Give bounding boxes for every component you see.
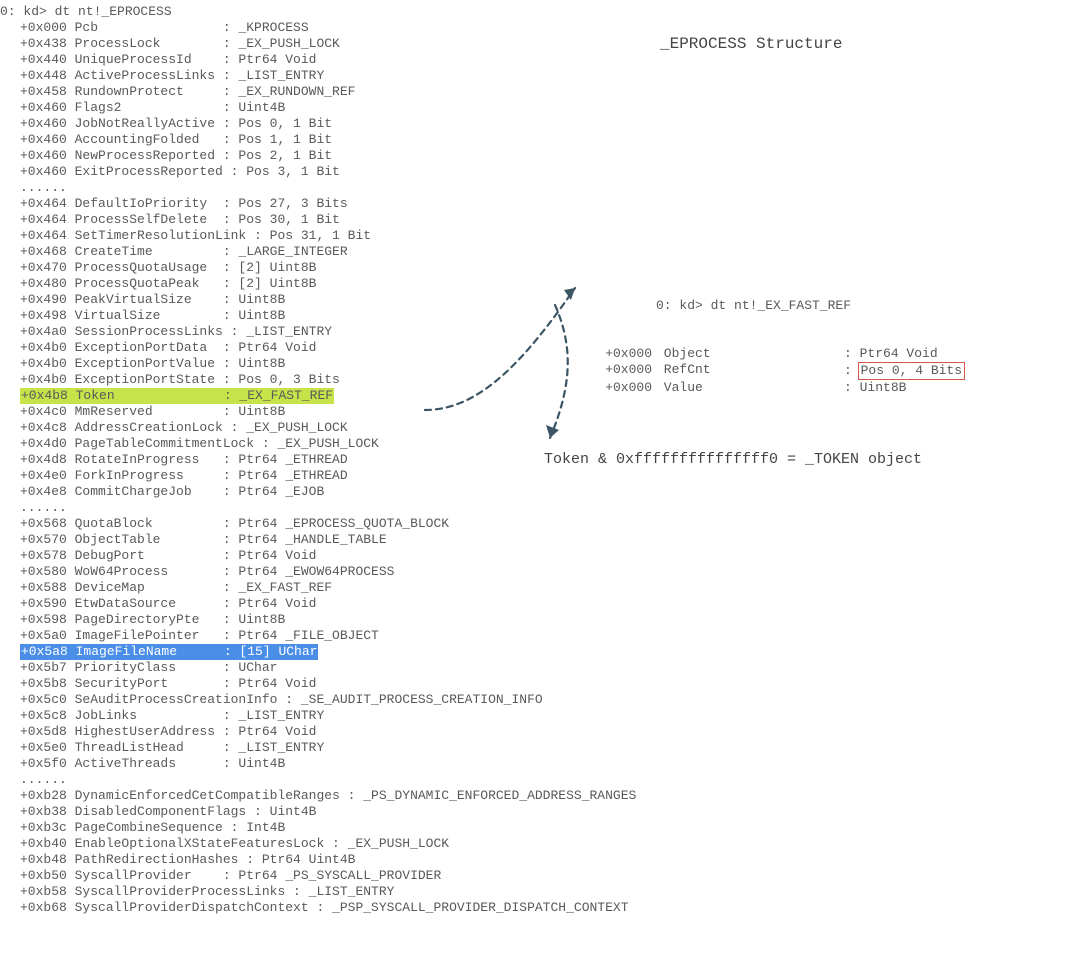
- struct-field-line: +0x460 ExitProcessReported : Pos 3, 1 Bi…: [0, 164, 1080, 180]
- struct-field-line: +0x5c0 SeAuditProcessCreationInfo : _SE_…: [0, 692, 1080, 708]
- struct-field-line: +0x448 ActiveProcessLinks : _LIST_ENTRY: [0, 68, 1080, 84]
- struct-field-line: +0x590 EtwDataSource : Ptr64 Void: [0, 596, 1080, 612]
- token-mask-equation: Token & 0xfffffffffffffff0 = _TOKEN obje…: [544, 452, 922, 468]
- struct-field-line: +0xb40 EnableOptionalXStateFeaturesLock …: [0, 836, 1080, 852]
- struct-field-line: +0xb38 DisabledComponentFlags : Uint4B: [0, 804, 1080, 820]
- fastref-field-line: +0x000 Object: Ptr64 Void: [590, 346, 965, 362]
- ex-fast-ref-block: 0: kd> dt nt!_EX_FAST_REF +0x000 Object:…: [590, 266, 965, 412]
- struct-field-line: +0x5a8 ImageFileName : [15] UChar: [0, 644, 1080, 660]
- struct-field-line: +0x5d8 HighestUserAddress : Ptr64 Void: [0, 724, 1080, 740]
- struct-field-line: +0xb58 SyscallProviderProcessLinks : _LI…: [0, 884, 1080, 900]
- fastref-prompt: 0: kd> dt nt!_EX_FAST_REF: [652, 298, 844, 314]
- struct-field-line: +0x5b8 SecurityPort : Ptr64 Void: [0, 676, 1080, 692]
- structure-title: _EPROCESS Structure: [660, 36, 842, 52]
- struct-field-line: +0x468 CreateTime : _LARGE_INTEGER: [0, 244, 1080, 260]
- struct-field-line: +0xb28 DynamicEnforcedCetCompatibleRange…: [0, 788, 1080, 804]
- token-field-highlight: +0x4b8 Token : _EX_FAST_REF: [20, 388, 334, 404]
- ellipsis-line: ......: [0, 772, 1080, 788]
- struct-field-line: +0x4d0 PageTableCommitmentLock : _EX_PUS…: [0, 436, 1080, 452]
- struct-field-line: +0x598 PageDirectoryPte : Uint8B: [0, 612, 1080, 628]
- struct-field-line: +0x568 QuotaBlock : Ptr64 _EPROCESS_QUOT…: [0, 516, 1080, 532]
- struct-field-line: +0x458 RundownProtect : _EX_RUNDOWN_REF: [0, 84, 1080, 100]
- struct-field-line: +0x5a0 ImageFilePointer : Ptr64 _FILE_OB…: [0, 628, 1080, 644]
- struct-field-line: +0xb48 PathRedirectionHashes : Ptr64 Uin…: [0, 852, 1080, 868]
- struct-field-line: +0xb3c PageCombineSequence : Int4B: [0, 820, 1080, 836]
- struct-field-line: +0x4e8 CommitChargeJob : Ptr64 _EJOB: [0, 484, 1080, 500]
- imagefilename-field-highlight: +0x5a8 ImageFileName : [15] UChar: [20, 644, 318, 660]
- struct-field-line: +0x438 ProcessLock : _EX_PUSH_LOCK: [0, 36, 1080, 52]
- struct-field-line: +0x460 JobNotReallyActive : Pos 0, 1 Bit: [0, 116, 1080, 132]
- struct-field-line: +0x440 UniqueProcessId : Ptr64 Void: [0, 52, 1080, 68]
- debugger-prompt: 0: kd> dt nt!_EPROCESS: [0, 4, 1080, 20]
- struct-field-line: +0x5f0 ActiveThreads : Uint4B: [0, 756, 1080, 772]
- struct-field-line: +0x5b7 PriorityClass : UChar: [0, 660, 1080, 676]
- fastref-field-line: +0x000 RefCnt: Pos 0, 4 Bits: [590, 362, 965, 380]
- struct-field-line: +0x460 AccountingFolded : Pos 1, 1 Bit: [0, 132, 1080, 148]
- ellipsis-line: ......: [0, 500, 1080, 516]
- refcnt-bits-box: Pos 0, 4 Bits: [858, 362, 965, 380]
- struct-field-line: +0x464 ProcessSelfDelete : Pos 30, 1 Bit: [0, 212, 1080, 228]
- struct-field-line: +0x5c8 JobLinks : _LIST_ENTRY: [0, 708, 1080, 724]
- struct-field-line: +0x5e0 ThreadListHead : _LIST_ENTRY: [0, 740, 1080, 756]
- struct-field-line: +0x464 DefaultIoPriority : Pos 27, 3 Bit…: [0, 196, 1080, 212]
- struct-field-line: +0x460 NewProcessReported : Pos 2, 1 Bit: [0, 148, 1080, 164]
- struct-field-line: +0x570 ObjectTable : Ptr64 _HANDLE_TABLE: [0, 532, 1080, 548]
- fastref-field-line: +0x000 Value: Uint8B: [590, 380, 965, 396]
- struct-field-line: +0x580 WoW64Process : Ptr64 _EWOW64PROCE…: [0, 564, 1080, 580]
- struct-field-line: +0x464 SetTimerResolutionLink : Pos 31, …: [0, 228, 1080, 244]
- struct-field-line: +0x578 DebugPort : Ptr64 Void: [0, 548, 1080, 564]
- struct-field-line: +0x4e0 ForkInProgress : Ptr64 _ETHREAD: [0, 468, 1080, 484]
- struct-field-line: +0x588 DeviceMap : _EX_FAST_REF: [0, 580, 1080, 596]
- struct-field-line: +0x460 Flags2 : Uint4B: [0, 100, 1080, 116]
- struct-field-line: +0x000 Pcb : _KPROCESS: [0, 20, 1080, 36]
- ellipsis-line: ......: [0, 180, 1080, 196]
- struct-field-line: +0x4c8 AddressCreationLock : _EX_PUSH_LO…: [0, 420, 1080, 436]
- struct-field-line: +0xb50 SyscallProvider : Ptr64 _PS_SYSCA…: [0, 868, 1080, 884]
- struct-field-line: +0xb68 SyscallProviderDispatchContext : …: [0, 900, 1080, 916]
